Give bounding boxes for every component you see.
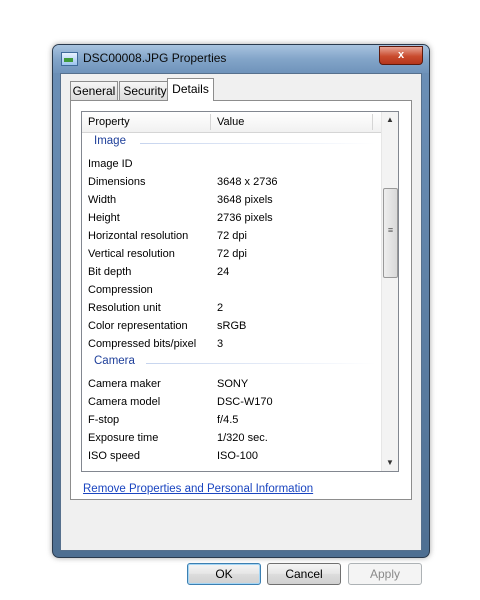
group-label: Image [94, 135, 126, 147]
property-value: 72 dpi [217, 248, 247, 260]
property-name: Vertical resolution [88, 248, 175, 260]
property-rows: Image Image ID Dimensions 3648 x 2736 Width… [82, 133, 382, 465]
property-value: ISO-100 [217, 450, 258, 462]
tab-security[interactable]: Security [119, 81, 171, 100]
group-divider [140, 143, 376, 144]
property-value: 1/320 sec. [217, 432, 268, 444]
property-value: SONY [217, 378, 249, 390]
camera-rows: Camera maker SONY Camera model DSC-W170 F-st… [82, 375, 382, 465]
tab-general[interactable]: General [70, 81, 118, 100]
property-value: 2736 pixels [217, 212, 273, 224]
property-row[interactable]: Bit depth 24 [82, 263, 382, 281]
property-value: 72 dpi [217, 230, 247, 242]
property-row[interactable]: Compressed bits/pixel 3 [82, 335, 382, 353]
list-header: Property Value [82, 112, 382, 133]
dialog-client-area: General Security Details Property Value … [60, 73, 422, 585]
image-rows: Image ID Dimensions 3648 x 2736 Width 3648 p… [82, 155, 382, 353]
column-divider[interactable] [372, 114, 373, 130]
property-name: Height [88, 212, 120, 224]
remove-properties-link[interactable]: Remove Properties and Personal Informati… [83, 483, 313, 495]
property-row[interactable]: Camera maker SONY [82, 375, 382, 393]
scroll-up-arrow-icon[interactable]: ▲ [382, 112, 398, 128]
property-name: F-stop [88, 414, 120, 426]
property-name: Compression [88, 284, 153, 296]
property-row[interactable]: Vertical resolution 72 dpi [82, 245, 382, 263]
property-row[interactable]: Horizontal resolution 72 dpi [82, 227, 382, 245]
property-value: 3648 pixels [217, 194, 273, 206]
property-value: sRGB [217, 320, 247, 332]
property-value: 24 [217, 266, 230, 278]
property-row[interactable]: F-stop f/4.5 [82, 411, 382, 429]
property-value: f/4.5 [217, 414, 239, 426]
title-bar[interactable]: DSC00008.JPG Properties x [53, 45, 429, 73]
image-file-icon [61, 52, 78, 66]
properties-window: DSC00008.JPG Properties x General Securi… [52, 44, 430, 585]
grip-icon: ≡ [387, 225, 394, 235]
property-row[interactable]: Camera model DSC-W170 [82, 393, 382, 411]
property-name: Horizontal resolution [88, 230, 189, 242]
window-title: DSC00008.JPG Properties [83, 51, 227, 65]
property-name: Exposure time [88, 432, 159, 444]
property-name: Image ID [88, 158, 133, 170]
property-name: Dimensions [88, 176, 146, 188]
cancel-button[interactable]: Cancel [267, 563, 341, 585]
column-header-value[interactable]: Value [211, 112, 371, 132]
property-row[interactable]: Color representation sRGB [82, 317, 382, 335]
group-header-camera[interactable]: Camera [82, 353, 382, 375]
property-name: Resolution unit [88, 302, 161, 314]
property-name: Camera maker [88, 378, 161, 390]
property-row[interactable]: Compression [82, 281, 382, 299]
vertical-scrollbar[interactable]: ▲ ≡ ▼ [381, 112, 398, 471]
property-row[interactable]: ISO speed ISO-100 [82, 447, 382, 465]
property-value: 3648 x 2736 [217, 176, 278, 188]
scrollbar-thumb[interactable]: ≡ [383, 188, 398, 278]
group-header-image[interactable]: Image [82, 133, 382, 155]
property-list[interactable]: Property Value Image Image ID Dimensions 3… [81, 111, 399, 472]
details-panel: Property Value Image Image ID Dimensions 3… [70, 100, 412, 500]
property-row[interactable]: Dimensions 3648 x 2736 [82, 173, 382, 191]
property-name: Color representation [88, 320, 188, 332]
property-row[interactable]: Resolution unit 2 [82, 299, 382, 317]
close-button[interactable]: x [379, 46, 423, 65]
property-row[interactable]: Width 3648 pixels [82, 191, 382, 209]
property-value: 3 [217, 338, 224, 350]
column-header-property[interactable]: Property [82, 112, 210, 132]
apply-button[interactable]: Apply [348, 563, 422, 585]
group-divider [146, 363, 376, 364]
property-row[interactable]: Height 2736 pixels [82, 209, 382, 227]
property-name: Compressed bits/pixel [88, 338, 197, 350]
property-row[interactable]: Image ID [82, 155, 382, 173]
property-name: Bit depth [88, 266, 132, 278]
property-row[interactable]: Exposure time 1/320 sec. [82, 429, 382, 447]
property-name: Camera model [88, 396, 161, 408]
property-value: 2 [217, 302, 224, 314]
property-name: ISO speed [88, 450, 140, 462]
scroll-down-arrow-icon[interactable]: ▼ [382, 455, 398, 471]
property-value: DSC-W170 [217, 396, 273, 408]
property-name: Width [88, 194, 117, 206]
ok-button[interactable]: OK [187, 563, 261, 585]
tab-details[interactable]: Details [167, 78, 214, 101]
group-label: Camera [94, 355, 135, 367]
